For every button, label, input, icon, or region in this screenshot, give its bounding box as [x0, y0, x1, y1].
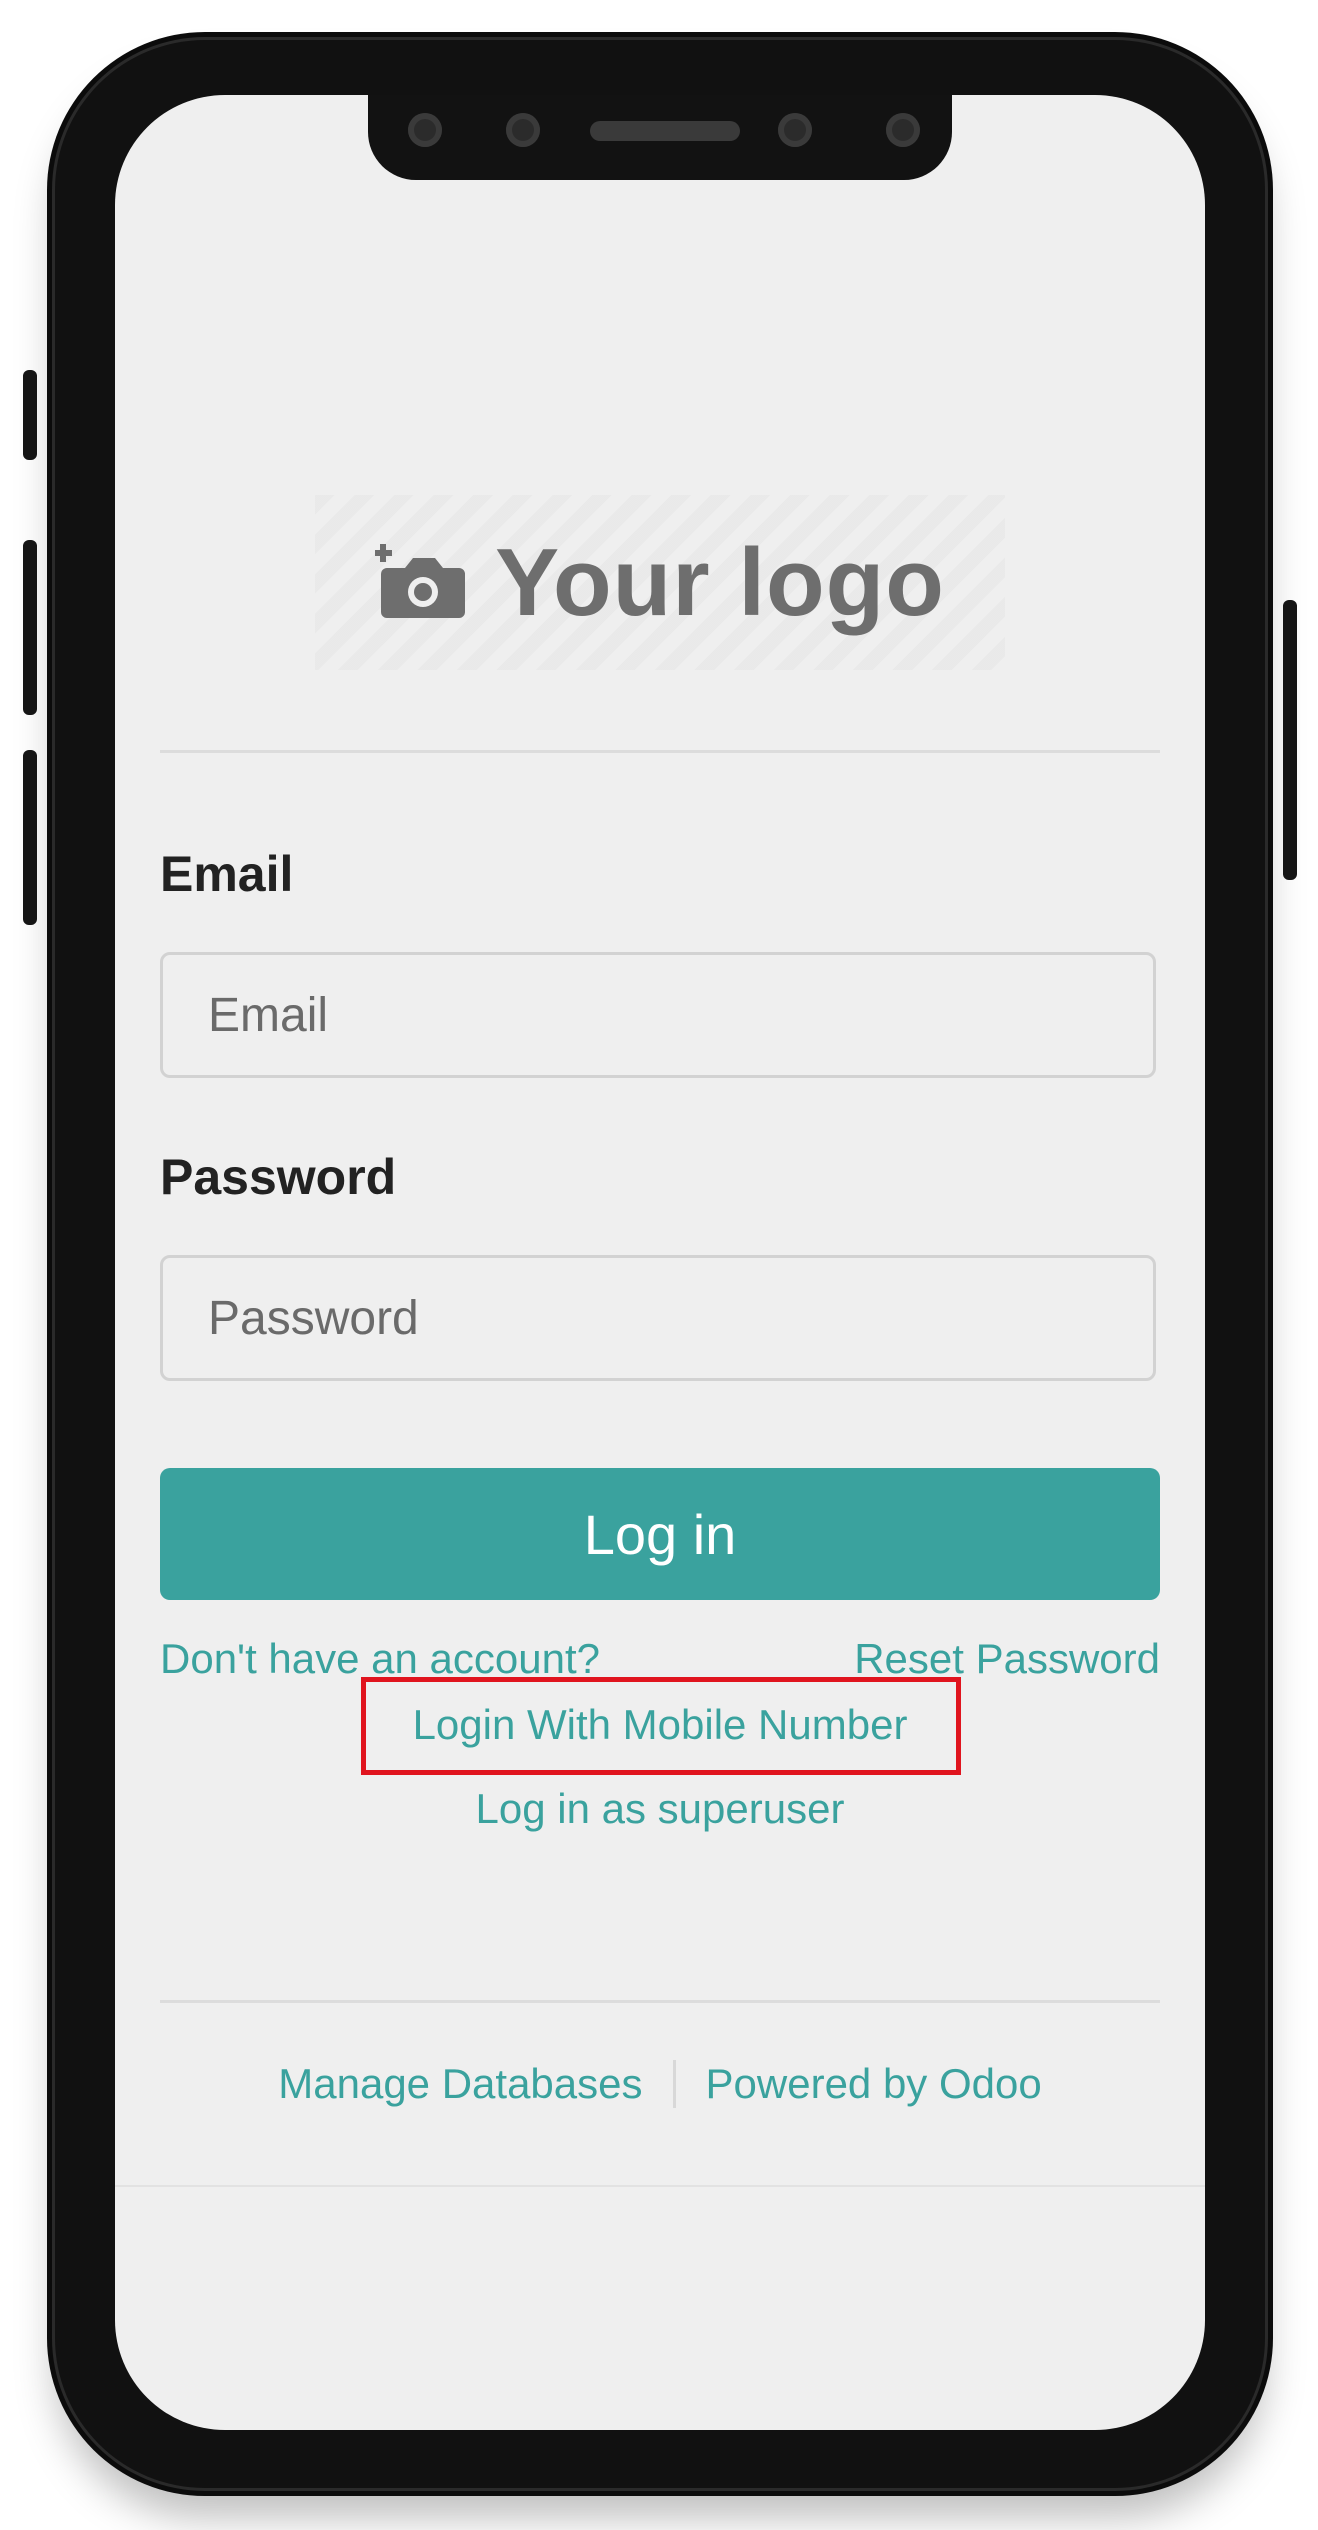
sensor-dot	[886, 113, 920, 147]
divider	[160, 750, 1160, 753]
sensor-dot	[778, 113, 812, 147]
reset-password-link[interactable]: Reset Password	[854, 1635, 1160, 1683]
email-label: Email	[160, 846, 294, 902]
footer-separator	[672, 2060, 676, 2108]
divider	[115, 2185, 1205, 2187]
password-input[interactable]	[160, 1255, 1156, 1381]
volume-down-button	[23, 750, 37, 925]
password-label: Password	[160, 1149, 397, 1205]
camera-lens	[506, 113, 540, 147]
manage-databases-link[interactable]: Manage Databases	[278, 2060, 642, 2108]
superuser-login-link[interactable]: Log in as superuser	[115, 1785, 1205, 1833]
logo-text: Your logo	[495, 528, 945, 636]
footer-links: Manage Databases Powered by Odoo	[115, 2060, 1205, 2108]
power-button	[1283, 600, 1297, 880]
signup-link[interactable]: Don't have an account?	[160, 1635, 600, 1683]
company-logo: Your logo	[315, 495, 1005, 670]
camera-plus-icon	[374, 540, 466, 625]
mobile-login-link[interactable]: Login With Mobile Number	[115, 1701, 1205, 1749]
login-screen: Your logo Email Password Log in Don't ha…	[115, 95, 1205, 2430]
login-button[interactable]: Log in	[160, 1468, 1160, 1600]
side-button	[23, 370, 37, 460]
phone-frame: Your logo Email Password Log in Don't ha…	[23, 40, 1297, 2488]
volume-up-button	[23, 540, 37, 715]
notch	[368, 95, 952, 180]
email-input[interactable]	[160, 952, 1156, 1078]
divider	[160, 2000, 1160, 2003]
sensor-dot	[408, 113, 442, 147]
speaker-grille	[590, 121, 740, 141]
powered-by-link[interactable]: Powered by Odoo	[706, 2060, 1042, 2108]
